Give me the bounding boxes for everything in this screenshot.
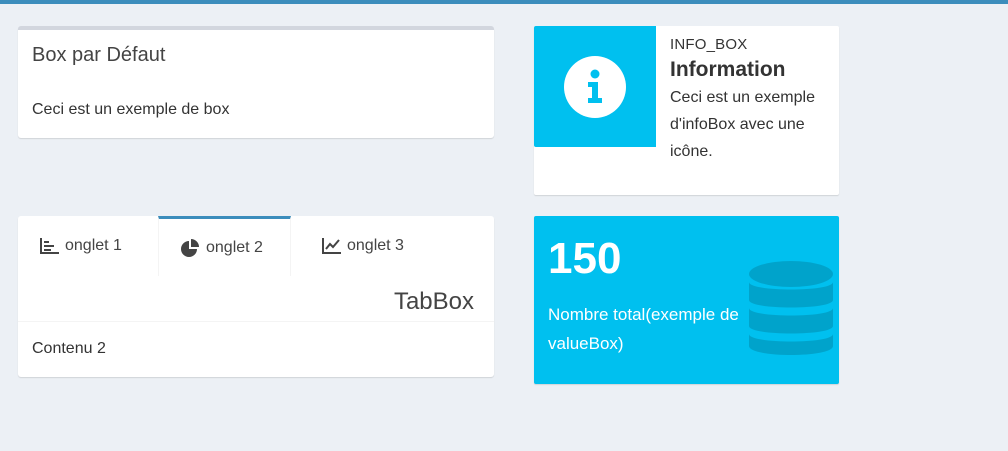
info-box-description: Ceci est un exemple d'infoBox avec une i… (670, 89, 815, 160)
tab-box-title: TabBox (393, 288, 474, 315)
tab-label: onglet 3 (347, 237, 404, 254)
tab-content: Contenu 2 (32, 340, 106, 357)
value-box: 150 Nombre total(exemple de valueBox) (534, 216, 839, 384)
tab-box: onglet 1 onglet 2 onglet 3 TabBox Conten… (18, 216, 494, 377)
default-box: Box par Défaut Ceci est un exemple de bo… (18, 26, 494, 138)
tab-label: onglet 2 (206, 238, 263, 256)
tab-list: onglet 1 onglet 2 onglet 3 (18, 216, 494, 276)
info-circle-icon (564, 55, 626, 118)
info-box-text: INFO_BOX (670, 36, 748, 53)
tab-onglet-1[interactable]: onglet 1 (18, 216, 158, 276)
bar-chart-icon (40, 238, 59, 254)
info-box-value: Information (670, 58, 786, 81)
line-chart-icon (322, 238, 341, 254)
database-icon (749, 261, 833, 355)
box-title: Box par Défaut (32, 44, 166, 66)
info-box: INFO_BOX Information Ceci est un exemple… (534, 26, 839, 195)
top-navbar (0, 0, 1008, 4)
tab-onglet-3[interactable]: onglet 3 (300, 216, 440, 276)
tab-divider (18, 321, 494, 322)
tab-label: onglet 1 (65, 237, 122, 254)
box-body: Ceci est un exemple de box (32, 101, 230, 118)
value-box-value: 150 (548, 234, 622, 283)
tab-onglet-2[interactable]: onglet 2 (158, 216, 291, 276)
info-box-content: INFO_BOX Information Ceci est un exemple… (670, 36, 830, 165)
info-box-icon-area (534, 26, 656, 147)
pie-chart-icon (181, 238, 199, 257)
